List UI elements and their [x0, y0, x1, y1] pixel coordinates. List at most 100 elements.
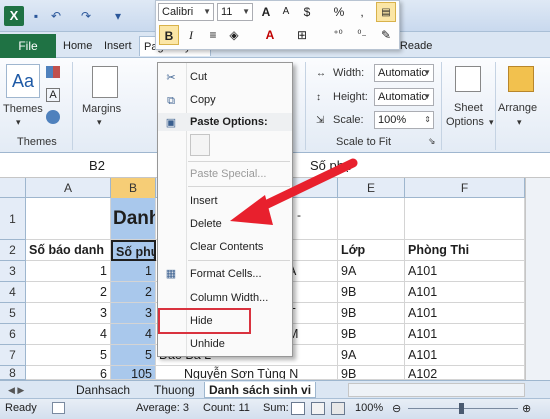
font-size-select[interactable]: 11 ▼: [217, 3, 253, 21]
row-header[interactable]: 2: [0, 240, 26, 261]
colors-icon[interactable]: [46, 66, 60, 78]
vertical-scrollbar[interactable]: [525, 178, 550, 380]
row-header[interactable]: 3: [0, 261, 26, 282]
sheet-nav-arrows-icon[interactable]: ◀ ▶: [4, 382, 28, 398]
header-cell-so-phu[interactable]: Số phụ: [111, 240, 156, 261]
margins-chevron-down-icon[interactable]: ▾: [97, 117, 102, 128]
macro-record-icon[interactable]: [52, 402, 65, 414]
currency-button[interactable]: $: [297, 2, 317, 22]
sheet-options-icon[interactable]: [455, 66, 481, 92]
cell[interactable]: [26, 198, 111, 240]
sheet-tab-danh-sach-sinh-vien[interactable]: Danh sách sinh vi: [204, 382, 317, 398]
sheet-tab-thuong[interactable]: Thuong: [150, 382, 199, 398]
themes-chevron-down-icon[interactable]: ▾: [16, 117, 21, 128]
themes-button[interactable]: Themes: [3, 103, 43, 115]
shrink-font-button[interactable]: A: [276, 2, 296, 22]
format-painter-icon[interactable]: ▤: [376, 2, 396, 22]
tab-home[interactable]: Home: [63, 36, 92, 56]
arrange-chevron-down-icon[interactable]: ▾: [517, 117, 522, 128]
sheet-options-label-2[interactable]: Options: [446, 116, 484, 128]
percent-button[interactable]: %: [329, 2, 349, 22]
italic-button[interactable]: I: [181, 25, 201, 45]
menu-item-clear-contents[interactable]: Clear Contents: [190, 241, 263, 253]
cell[interactable]: 9A: [338, 345, 405, 366]
cell[interactable]: A101: [405, 345, 525, 366]
cell[interactable]: 2: [26, 282, 111, 303]
cell[interactable]: 9B: [338, 282, 405, 303]
page-layout-view-icon[interactable]: [311, 402, 325, 415]
row-header[interactable]: 4: [0, 282, 26, 303]
page-break-view-icon[interactable]: [331, 402, 345, 415]
header-cell-phong-thi[interactable]: Phòng Thi: [405, 240, 525, 261]
margins-icon[interactable]: [92, 66, 118, 98]
tab-insert[interactable]: Insert: [104, 36, 132, 56]
cell[interactable]: A101: [405, 303, 525, 324]
effects-icon[interactable]: [46, 110, 60, 124]
column-header-b[interactable]: B: [111, 178, 156, 198]
grow-font-button[interactable]: A: [256, 2, 276, 22]
fonts-icon[interactable]: A: [46, 88, 60, 102]
select-all-corner[interactable]: [0, 178, 26, 198]
sheet-options-label-1[interactable]: Sheet: [454, 102, 483, 114]
cell[interactable]: 3: [26, 303, 111, 324]
redo-icon[interactable]: ↷: [78, 8, 94, 24]
sheet-options-chevron-down-icon[interactable]: ▾: [489, 117, 494, 128]
menu-item-delete[interactable]: Delete: [190, 218, 222, 230]
dialog-launcher-icon[interactable]: ⇘: [428, 136, 436, 147]
file-tab[interactable]: File: [0, 34, 56, 58]
themes-icon[interactable]: Aa: [6, 64, 40, 98]
zoom-level[interactable]: 100%: [355, 402, 383, 414]
row-header[interactable]: 7: [0, 345, 26, 366]
sheet-tab-danhsach[interactable]: Danhsach: [72, 382, 134, 398]
cell[interactable]: 1: [26, 261, 111, 282]
zoom-slider-thumb[interactable]: [459, 403, 464, 414]
comma-button[interactable]: ,: [352, 2, 372, 22]
zoom-in-icon[interactable]: ⊕: [522, 402, 531, 415]
menu-item-unhide[interactable]: Unhide: [190, 338, 225, 350]
row-header[interactable]: 6: [0, 324, 26, 345]
zoom-out-icon[interactable]: ⊖: [392, 402, 401, 415]
paste-option-icon[interactable]: [190, 134, 210, 156]
column-header-a[interactable]: A: [26, 178, 111, 198]
cell[interactable]: 9B: [338, 324, 405, 345]
bold-button[interactable]: B: [159, 25, 179, 45]
undo-icon[interactable]: ↶: [48, 8, 64, 24]
cell[interactable]: 5: [111, 345, 156, 366]
customize-icon[interactable]: ▾: [110, 8, 126, 24]
horizontal-scrollbar[interactable]: [348, 383, 525, 397]
excel-logo-icon[interactable]: X: [4, 6, 24, 26]
menu-item-format-cells[interactable]: Format Cells...: [190, 268, 262, 280]
height-select[interactable]: Automatic ▼: [374, 88, 434, 106]
clear-formats-icon[interactable]: ✎: [376, 25, 396, 45]
cell[interactable]: A101: [405, 282, 525, 303]
cell[interactable]: 4: [111, 324, 156, 345]
menu-item-insert[interactable]: Insert: [190, 195, 218, 207]
cell[interactable]: 6: [26, 366, 111, 380]
arrange-icon[interactable]: [508, 66, 534, 92]
normal-view-icon[interactable]: [291, 402, 305, 415]
cell[interactable]: 2: [111, 282, 156, 303]
align-center-icon[interactable]: ≡: [203, 25, 223, 45]
cell[interactable]: 4: [26, 324, 111, 345]
header-cell-lop[interactable]: Lớp: [338, 240, 405, 261]
increase-decimal-icon[interactable]: ⁺⁰: [328, 25, 348, 45]
cell[interactable]: Nguyễn Sơn Tùng N: [156, 366, 338, 380]
row-header[interactable]: 8: [0, 366, 26, 380]
column-header-f[interactable]: F: [405, 178, 525, 198]
decrease-decimal-icon[interactable]: ⁰₋: [352, 25, 372, 45]
cell[interactable]: 9A: [338, 261, 405, 282]
menu-item-column-width[interactable]: Column Width...: [190, 292, 268, 304]
cell[interactable]: A102: [405, 366, 525, 380]
menu-item-cut[interactable]: Cut: [190, 71, 207, 83]
cell[interactable]: 9B: [338, 366, 405, 380]
font-color-icon[interactable]: A: [260, 25, 280, 45]
row-header[interactable]: 1: [0, 198, 26, 240]
cell[interactable]: 5: [26, 345, 111, 366]
font-name-select[interactable]: Calibri ▼: [158, 3, 214, 21]
row-header[interactable]: 5: [0, 303, 26, 324]
margins-button[interactable]: Margins: [82, 103, 121, 115]
header-cell-so-bao-danh[interactable]: Số báo danh: [26, 240, 111, 261]
cell[interactable]: [405, 198, 525, 240]
cell[interactable]: 105: [111, 366, 156, 380]
save-icon[interactable]: ▪: [28, 8, 44, 24]
